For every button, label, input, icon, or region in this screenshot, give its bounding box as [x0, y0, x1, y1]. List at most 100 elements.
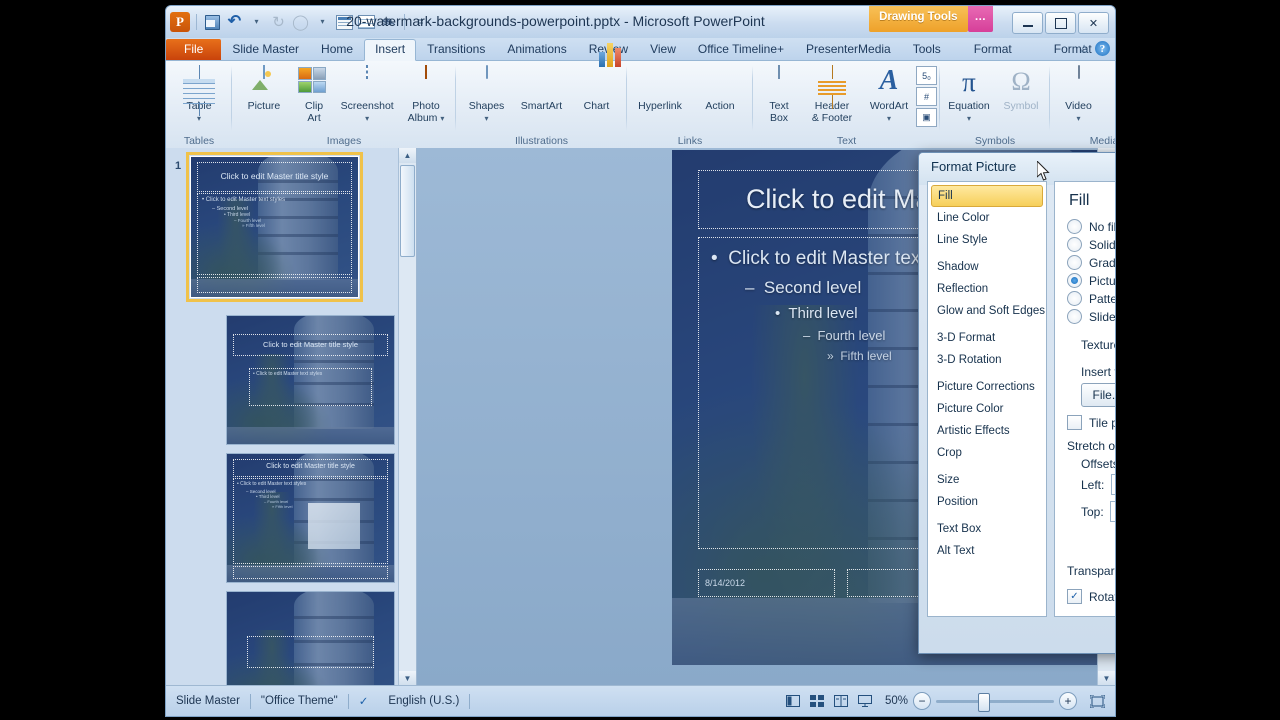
slide-number-icon[interactable]: #	[916, 87, 937, 106]
fit-slide-to-window-icon[interactable]	[1087, 692, 1107, 710]
tab-file[interactable]: File	[166, 39, 222, 60]
zoom-out-button[interactable]: −	[913, 692, 931, 710]
maximize-button[interactable]	[1045, 12, 1076, 34]
tab-transitions[interactable]: Transitions	[416, 39, 496, 60]
chevron-down-icon[interactable]: ▾	[1076, 113, 1080, 125]
slide-sorter-button[interactable]	[807, 692, 827, 710]
checkbox[interactable]: ✓	[1067, 589, 1082, 604]
zoom-in-button[interactable]: +	[1059, 692, 1077, 710]
close-button[interactable]: ✕	[1078, 12, 1109, 34]
insert-file-button[interactable]: File...	[1081, 383, 1115, 407]
format-picture-dialog[interactable]: Format Picture Fill Line Color Line Styl…	[918, 152, 1115, 654]
radio-gradient-fill[interactable]: Gradient fill	[1067, 255, 1115, 270]
thumbnail-scrollbar[interactable]: ▲ ▼	[398, 148, 416, 686]
dialog-nav-line-color[interactable]: Line Color	[928, 207, 1046, 229]
scroll-up-arrow-icon[interactable]: ▲	[399, 148, 416, 163]
header-footer-button[interactable]: Header & Footer	[802, 64, 862, 124]
dialog-category-list[interactable]: Fill Line Color Line Style Shadow Reflec…	[927, 181, 1047, 617]
clip-art-button[interactable]: Clip Art	[293, 64, 335, 124]
radio-slide-background-fill[interactable]: Slide background fill	[1067, 309, 1115, 324]
thumbnail-slide-1[interactable]: Click to edit Master title style • Click…	[186, 152, 363, 302]
dialog-nav-artistic-effects[interactable]: Artistic Effects	[928, 420, 1046, 442]
tab-slide-master[interactable]: Slide Master	[221, 39, 310, 60]
chart-button[interactable]: Chart	[569, 43, 624, 113]
video-button[interactable]: Video ▾	[1053, 64, 1104, 124]
offset-left-value[interactable]: 0%	[1110, 474, 1115, 495]
object-icon[interactable]: ▣	[916, 108, 937, 127]
tab-home[interactable]: Home	[310, 39, 364, 60]
scroll-down-arrow-icon[interactable]: ▼	[1098, 671, 1115, 686]
symbol-button[interactable]: Ω Symbol	[995, 64, 1047, 113]
dialog-nav-crop[interactable]: Crop	[928, 442, 1046, 464]
tab-view[interactable]: View	[639, 39, 687, 60]
chevron-down-icon[interactable]: ▾	[440, 114, 444, 123]
tab-office-timeline[interactable]: Office Timeline+	[687, 39, 795, 60]
scrollbar-thumb[interactable]	[400, 165, 415, 257]
photo-album-button[interactable]: Photo Album ▾	[399, 64, 453, 124]
wordart-button[interactable]: A WordArt ▾	[862, 64, 916, 124]
tab-format-drawing[interactable]: Format	[952, 39, 1034, 60]
window-controls[interactable]: ✕	[1012, 12, 1109, 34]
dialog-nav-reflection[interactable]: Reflection	[928, 278, 1046, 300]
chevron-down-icon[interactable]: ▾	[365, 113, 369, 125]
dialog-nav-line-style[interactable]: Line Style	[928, 229, 1046, 251]
thumbnail-slide-2[interactable]: Click to edit Master title style • Click…	[226, 315, 395, 445]
tile-picture-checkbox[interactable]: Tile picture as texture	[1067, 415, 1115, 430]
radio-no-fill[interactable]: No fill	[1067, 219, 1115, 234]
zoom-level-label[interactable]: 50%	[885, 695, 908, 707]
chevron-down-icon[interactable]: ▾	[484, 113, 488, 125]
chevron-down-icon[interactable]: ▾	[887, 113, 891, 125]
radio-button[interactable]	[1067, 291, 1082, 306]
audio-button[interactable]: Audio ▾	[1104, 64, 1115, 124]
dialog-nav-3d-rotation[interactable]: 3-D Rotation	[928, 349, 1046, 371]
offset-left-stepper[interactable]: 0% ▲▼	[1110, 474, 1115, 495]
radio-solid-fill[interactable]: Solid fill	[1067, 237, 1115, 252]
dialog-nav-picture-color[interactable]: Picture Color	[928, 398, 1046, 420]
dialog-nav-glow-soft-edges[interactable]: Glow and Soft Edges	[928, 300, 1046, 322]
dialog-nav-size[interactable]: Size	[928, 469, 1046, 491]
shapes-button[interactable]: Shapes ▾	[459, 64, 514, 124]
status-language[interactable]: English (U.S.)	[378, 695, 469, 707]
dialog-nav-shadow[interactable]: Shadow	[928, 256, 1046, 278]
checkbox[interactable]	[1067, 415, 1082, 430]
text-box-button[interactable]: Text Box	[756, 64, 802, 124]
radio-button[interactable]	[1067, 255, 1082, 270]
radio-button[interactable]	[1067, 309, 1082, 324]
tab-presentermedia[interactable]: PresenterMedia	[795, 39, 902, 60]
rotate-with-shape-checkbox[interactable]: ✓ Rotate with shape	[1067, 589, 1115, 604]
dialog-nav-picture-corrections[interactable]: Picture Corrections	[928, 376, 1046, 398]
tab-insert[interactable]: Insert	[364, 39, 417, 61]
slide-thumbnail-pane[interactable]: 1 Click to edit Master title style • Cli…	[166, 148, 417, 716]
zoom-slider-track[interactable]	[936, 692, 1054, 712]
offset-top-stepper[interactable]: 0% ▲▼	[1109, 501, 1115, 522]
offset-top-value[interactable]: 0%	[1109, 501, 1115, 522]
zoom-slider-knob[interactable]	[978, 692, 990, 712]
normal-view-button[interactable]	[783, 692, 803, 710]
action-button[interactable]: Action	[690, 64, 750, 113]
equation-button[interactable]: π Equation ▾	[943, 64, 995, 124]
radio-button[interactable]	[1067, 273, 1082, 288]
spellcheck-icon[interactable]: ✓	[349, 694, 379, 708]
scroll-down-arrow-icon[interactable]: ▼	[399, 671, 416, 686]
screenshot-button[interactable]: Screenshot ▾	[335, 64, 399, 124]
hyperlink-button[interactable]: Hyperlink	[630, 64, 690, 113]
zoom-controls[interactable]: 50% − +	[877, 692, 1085, 712]
dialog-nav-3d-format[interactable]: 3-D Format	[928, 327, 1046, 349]
date-and-time-icon[interactable]: 5₀	[916, 66, 937, 85]
dialog-nav-fill[interactable]: Fill	[931, 185, 1043, 207]
slide-show-button[interactable]	[855, 692, 875, 710]
radio-picture-or-texture-fill[interactable]: Picture or texture fill	[1067, 273, 1115, 288]
smartart-button[interactable]: SmartArt	[514, 64, 569, 113]
dialog-nav-text-box[interactable]: Text Box	[928, 518, 1046, 540]
reading-view-button[interactable]	[831, 692, 851, 710]
tab-tools[interactable]: Tools	[902, 39, 952, 60]
dialog-nav-position[interactable]: Position	[928, 491, 1046, 513]
radio-button[interactable]	[1067, 219, 1082, 234]
dialog-nav-alt-text[interactable]: Alt Text	[928, 540, 1046, 562]
picture-button[interactable]: Picture	[235, 64, 293, 113]
chevron-down-icon[interactable]: ▾	[967, 113, 971, 125]
table-button[interactable]: Table ▾	[169, 64, 229, 124]
minimize-button[interactable]	[1012, 12, 1043, 34]
date-placeholder[interactable]: 8/14/2012	[698, 569, 835, 597]
collapse-ribbon-icon[interactable]: △	[1080, 43, 1088, 54]
